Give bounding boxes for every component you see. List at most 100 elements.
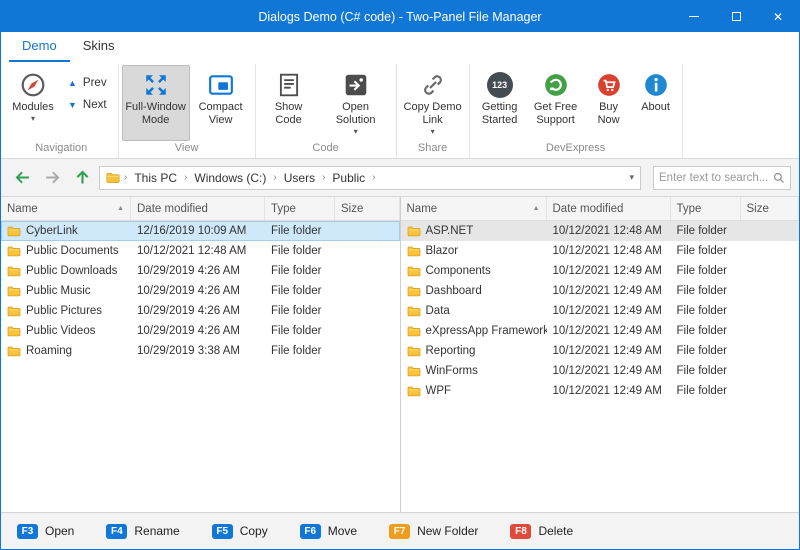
- open-solution-button[interactable]: Open Solution ▾: [319, 65, 393, 141]
- file-row-asp-net[interactable]: ASP.NET10/12/2021 12:48 AMFile folder: [401, 221, 800, 241]
- file-row-roaming[interactable]: Roaming10/29/2019 3:38 AMFile folder: [1, 341, 400, 361]
- file-row-reporting[interactable]: Reporting10/12/2021 12:49 AMFile folder: [401, 341, 800, 361]
- ribbon: Modules ▾ ▲ Prev ▼ Next Navigation: [1, 62, 799, 159]
- titlebar: Dialogs Demo (C# code) - Two-Panel File …: [1, 1, 799, 32]
- file-type-cell: File folder: [671, 361, 741, 381]
- new-folder-action-button[interactable]: F7 New Folder: [389, 524, 478, 539]
- breadcrumb-windows-c[interactable]: Windows (C:): [191, 171, 269, 185]
- breadcrumb-separator: ›: [372, 172, 375, 183]
- delete-action-button[interactable]: F8 Delete: [510, 524, 573, 539]
- file-date-cell: 10/12/2021 12:49 AM: [547, 321, 671, 341]
- column-name-label: Name: [407, 203, 438, 215]
- prev-button[interactable]: ▲ Prev: [62, 75, 113, 91]
- file-name-cell: Public Pictures: [1, 301, 131, 321]
- tab-skins[interactable]: Skins: [70, 32, 128, 62]
- tab-demo[interactable]: Demo: [9, 32, 70, 62]
- breadcrumb-separator: ›: [322, 172, 325, 183]
- back-button[interactable]: [9, 165, 35, 191]
- breadcrumb-separator: ›: [273, 172, 276, 183]
- ribbon-group-devexpress: 123 Getting Started Get Free Support Buy…: [470, 64, 683, 158]
- buy-now-button[interactable]: Buy Now: [585, 65, 633, 141]
- prev-next-stack: ▲ Prev ▼ Next: [58, 65, 115, 113]
- folder-icon: [7, 345, 21, 357]
- breadcrumb-this-pc[interactable]: This PC: [131, 171, 180, 185]
- compact-view-icon: [207, 71, 235, 99]
- folder-icon: [407, 365, 421, 377]
- column-header-type[interactable]: Type: [671, 197, 741, 220]
- modules-label: Modules: [12, 101, 54, 114]
- column-header-name[interactable]: Name ▲: [401, 197, 547, 220]
- file-date-cell: 10/12/2021 12:48 AM: [547, 221, 671, 241]
- file-row-data[interactable]: Data10/12/2021 12:49 AMFile folder: [401, 301, 800, 321]
- file-row-public-music[interactable]: Public Music10/29/2019 4:26 AMFile folde…: [1, 281, 400, 301]
- close-icon: ✕: [773, 10, 783, 24]
- full-window-mode-button[interactable]: Full-Window Mode: [122, 65, 190, 141]
- forward-button[interactable]: [39, 165, 65, 191]
- file-row-public-pictures[interactable]: Public Pictures10/29/2019 4:26 AMFile fo…: [1, 301, 400, 321]
- folder-icon: [7, 265, 21, 277]
- file-size-cell: [335, 221, 400, 241]
- folder-icon: [7, 285, 21, 297]
- copy-action-button[interactable]: F5 Copy: [212, 524, 268, 539]
- sort-ascending-icon: ▲: [117, 205, 124, 212]
- file-row-public-videos[interactable]: Public Videos10/29/2019 4:26 AMFile fold…: [1, 321, 400, 341]
- column-name-label: Name: [7, 203, 38, 215]
- about-button[interactable]: About: [633, 65, 679, 141]
- search-icon[interactable]: [773, 172, 785, 184]
- open-action-button[interactable]: F3 Open: [17, 524, 74, 539]
- getting-started-button[interactable]: 123 Getting Started: [473, 65, 527, 141]
- new-folder-action-label: New Folder: [417, 524, 478, 538]
- copy-demo-link-label: Copy Demo Link: [403, 101, 463, 127]
- show-code-button[interactable]: Show Code: [259, 65, 319, 141]
- file-row-public-documents[interactable]: Public Documents10/12/2021 12:48 AMFile …: [1, 241, 400, 261]
- file-row-expressapp-framework[interactable]: eXpressApp Framework10/12/2021 12:49 AMF…: [401, 321, 800, 341]
- folder-icon: [407, 325, 421, 337]
- breadcrumb-users[interactable]: Users: [281, 171, 318, 185]
- next-button[interactable]: ▼ Next: [62, 97, 113, 113]
- minimize-button[interactable]: [673, 1, 715, 32]
- search-box[interactable]: [653, 166, 791, 190]
- file-row-blazor[interactable]: Blazor10/12/2021 12:48 AMFile folder: [401, 241, 800, 261]
- compact-view-label: Compact View: [193, 101, 249, 127]
- compass-icon: [19, 71, 47, 99]
- rename-action-button[interactable]: F4 Rename: [106, 524, 179, 539]
- file-row-dashboard[interactable]: Dashboard10/12/2021 12:49 AMFile folder: [401, 281, 800, 301]
- file-type-cell: File folder: [671, 341, 741, 361]
- column-header-type[interactable]: Type: [265, 197, 335, 220]
- address-bar-row: › This PC › Windows (C:) › Users › Publi…: [1, 159, 799, 197]
- file-type-cell: File folder: [265, 301, 335, 321]
- sort-ascending-icon: ▲: [533, 205, 540, 212]
- compact-view-button[interactable]: Compact View: [190, 65, 252, 141]
- file-row-components[interactable]: Components10/12/2021 12:49 AMFile folder: [401, 261, 800, 281]
- ribbon-group-navigation: Modules ▾ ▲ Prev ▼ Next Navigation: [5, 64, 119, 158]
- file-size-cell: [741, 241, 800, 261]
- close-button[interactable]: ✕: [757, 1, 799, 32]
- column-header-size[interactable]: Size: [741, 197, 800, 220]
- move-action-button[interactable]: F6 Move: [300, 524, 357, 539]
- column-header-date-modified[interactable]: Date modified: [131, 197, 265, 220]
- breadcrumb-separator: ›: [124, 172, 127, 183]
- file-date-cell: 10/29/2019 4:26 AM: [131, 281, 265, 301]
- file-size-cell: [741, 321, 800, 341]
- address-box[interactable]: › This PC › Windows (C:) › Users › Publi…: [99, 166, 641, 190]
- address-dropdown-icon[interactable]: ▾: [629, 172, 634, 183]
- up-button[interactable]: [69, 165, 95, 191]
- f8-key-badge: F8: [510, 524, 531, 539]
- file-row-wpf[interactable]: WPF10/12/2021 12:49 AMFile folder: [401, 381, 800, 401]
- file-row-public-downloads[interactable]: Public Downloads10/29/2019 4:26 AMFile f…: [1, 261, 400, 281]
- breadcrumb-public[interactable]: Public: [329, 171, 368, 185]
- column-header-name[interactable]: Name ▲: [1, 197, 131, 220]
- column-header-size[interactable]: Size: [335, 197, 400, 220]
- maximize-button[interactable]: [715, 1, 757, 32]
- file-row-cyberlink[interactable]: CyberLink12/16/2019 10:09 AMFile folder: [1, 221, 400, 241]
- group-label-code: Code: [259, 141, 393, 158]
- search-input[interactable]: [659, 172, 770, 184]
- rename-action-label: Rename: [134, 524, 179, 538]
- chevron-down-icon: ▾: [431, 127, 435, 136]
- modules-button[interactable]: Modules ▾: [8, 65, 58, 141]
- get-free-support-button[interactable]: Get Free Support: [527, 65, 585, 141]
- copy-demo-link-button[interactable]: Copy Demo Link ▾: [400, 65, 466, 141]
- forward-arrow-icon: [43, 168, 62, 187]
- column-header-date-modified[interactable]: Date modified: [547, 197, 671, 220]
- file-row-winforms[interactable]: WinForms10/12/2021 12:49 AMFile folder: [401, 361, 800, 381]
